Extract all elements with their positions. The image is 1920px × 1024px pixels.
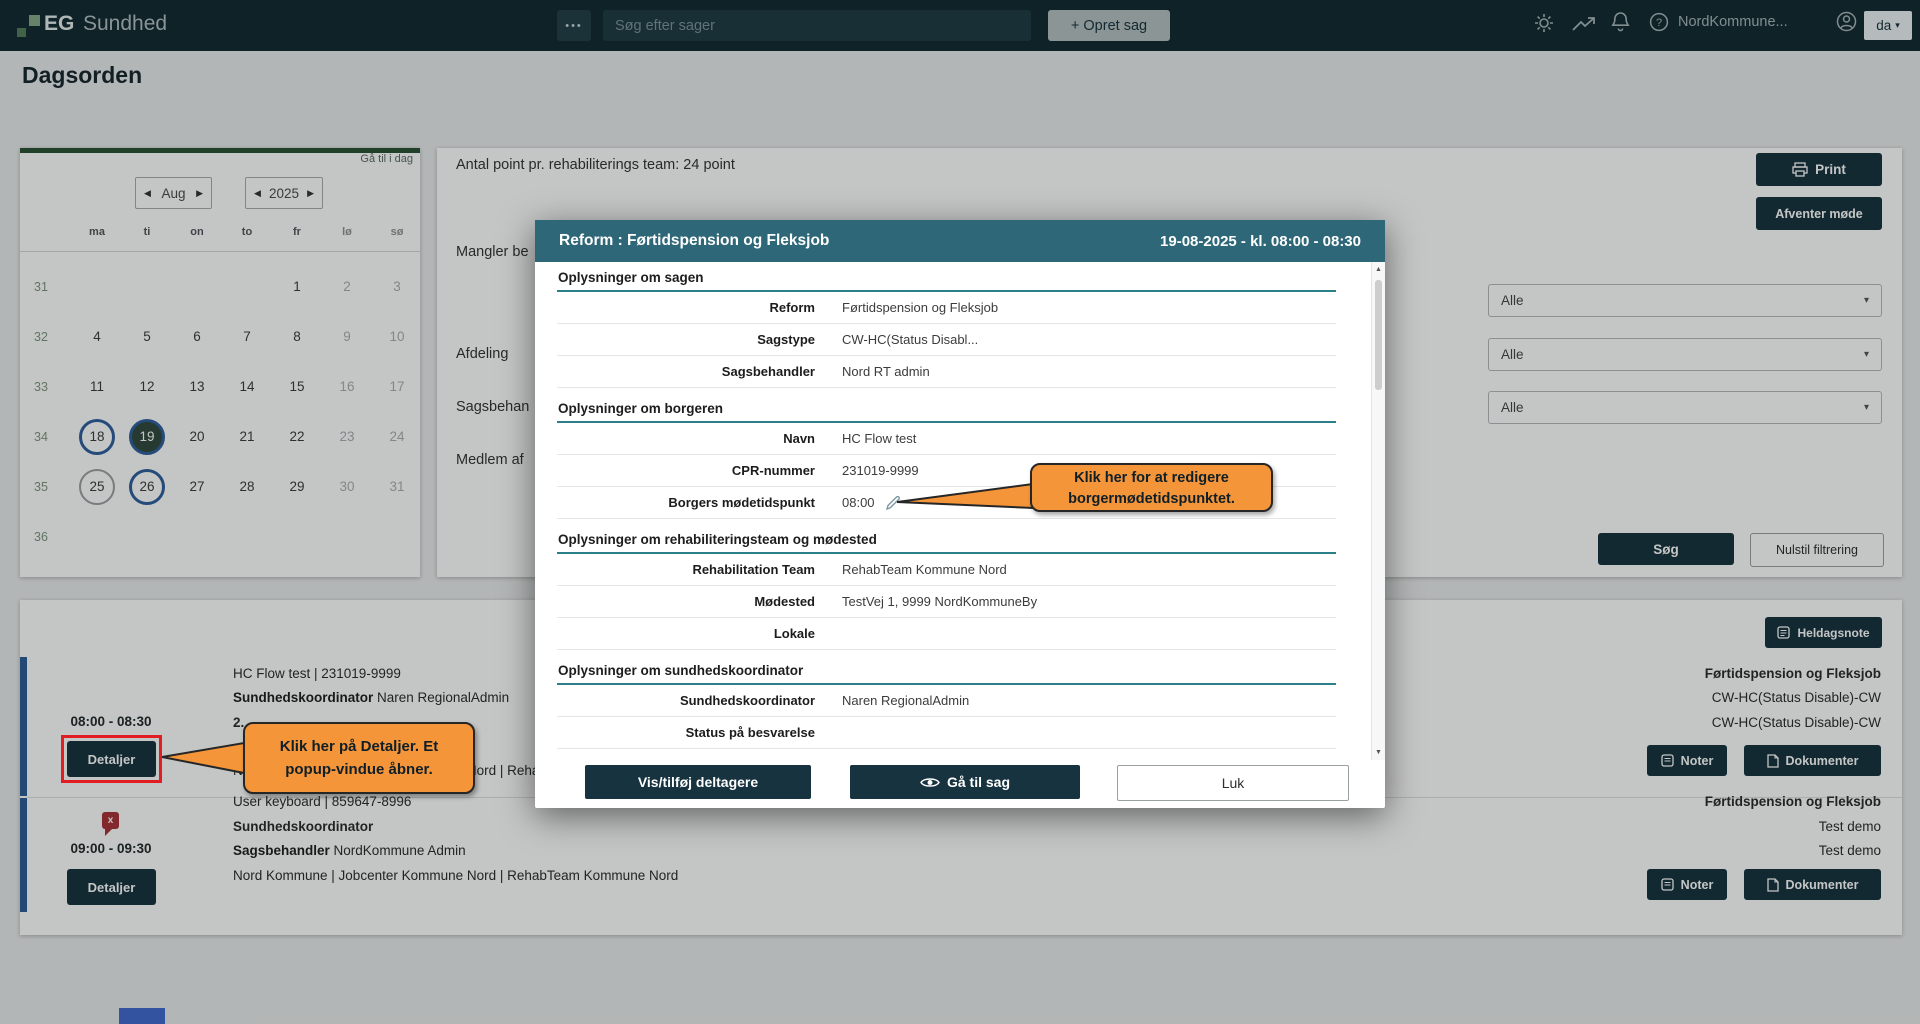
section-title: Oplysninger om borgeren [557,401,1336,423]
detail-row: Reform Førtidspension og Fleksjob [557,292,1336,324]
detail-row: Lokale [557,618,1336,650]
detail-row: Sagsbehandler Nord RT admin [557,356,1336,388]
row-value: TestVej 1, 9999 NordKommuneBy [842,594,1037,609]
row-value: 08:00 [842,495,875,510]
section-title: Oplysninger om sundhedskoordinator [557,663,1336,685]
callout-text-line: borgermødetidspunktet. [1032,489,1271,510]
detail-row: Status på besvarelse [557,717,1336,749]
row-label: Sagsbehandler [557,364,842,379]
row-label: Borgers mødetidspunkt [557,495,842,510]
row-label: Navn [557,431,842,446]
row-label: Mødested [557,594,842,609]
detail-row: Navn HC Flow test [557,423,1336,455]
row-value: HC Flow test [842,431,916,446]
callout-text-line: Klik her for at redigere [1032,468,1271,489]
detail-row: Sagstype CW-HC(Status Disabl... [557,324,1336,356]
detail-row: Rehabilitation Team RehabTeam Kommune No… [557,554,1336,586]
meeting-details-modal: Reform : Førtidspension og Fleksjob 19-0… [535,220,1385,808]
close-modal-button[interactable]: Luk [1117,765,1349,801]
row-label: Lokale [557,626,842,641]
row-label: Status på besvarelse [557,725,842,740]
row-label: Sagstype [557,332,842,347]
callout-text-line: Klik her på Detaljer. Et [245,735,473,758]
section-coordinator-info: Oplysninger om sundhedskoordinator Sundh… [557,663,1336,749]
details-callout: Klik her på Detaljer. Et popup-vindue åb… [243,722,475,794]
scroll-down-icon[interactable]: ▼ [1372,749,1385,756]
goto-case-button[interactable]: Gå til sag [850,765,1080,799]
row-label: Sundhedskoordinator [557,693,842,708]
close-label: Luk [1222,775,1245,791]
row-value: CW-HC(Status Disabl... [842,332,978,347]
edit-callout-pointer [897,481,1035,513]
section-title: Oplysninger om sagen [557,270,1336,292]
modal-scrollbar[interactable]: ▲ ▼ [1371,262,1385,760]
section-case-info: Oplysninger om sagen Reform Førtidspensi… [557,262,1336,388]
details-highlight-box [61,735,162,783]
eye-icon [920,776,940,789]
add-participants-button[interactable]: Vis/tilføj deltagere [585,765,811,799]
detail-row: Mødested TestVej 1, 9999 NordKommuneBy [557,586,1336,618]
row-value: RehabTeam Kommune Nord [842,562,1007,577]
detail-row: Sundhedskoordinator Naren RegionalAdmin [557,685,1336,717]
add-participants-label: Vis/tilføj deltagere [638,774,758,790]
goto-case-label: Gå til sag [947,774,1010,790]
details-callout-pointer [162,740,246,778]
modal-title: Reform : Førtidspension og Fleksjob [559,232,829,250]
edit-time-callout: Klik her for at redigere borgermødetidsp… [1030,463,1273,512]
section-team-info: Oplysninger om rehabiliteringsteam og mø… [557,532,1336,650]
modal-datetime: 19-08-2025 - kl. 08:00 - 08:30 [1160,233,1361,250]
row-value: Nord RT admin [842,364,930,379]
scrollbar-thumb[interactable] [1375,280,1382,390]
callout-text-line: popup-vindue åbner. [245,758,473,781]
row-label: Rehabilitation Team [557,562,842,577]
app-root: EG Sundhed ••• + Opret sag ? NordKommune… [0,0,1920,1024]
section-title: Oplysninger om rehabiliteringsteam og mø… [557,532,1336,554]
row-value: Førtidspension og Fleksjob [842,300,998,315]
scroll-up-icon[interactable]: ▲ [1372,266,1385,273]
row-value: Naren RegionalAdmin [842,693,969,708]
row-label: Reform [557,300,842,315]
row-value: 231019-9999 [842,463,919,478]
modal-header: Reform : Førtidspension og Fleksjob 19-0… [535,220,1385,262]
row-label: CPR-nummer [557,463,842,478]
